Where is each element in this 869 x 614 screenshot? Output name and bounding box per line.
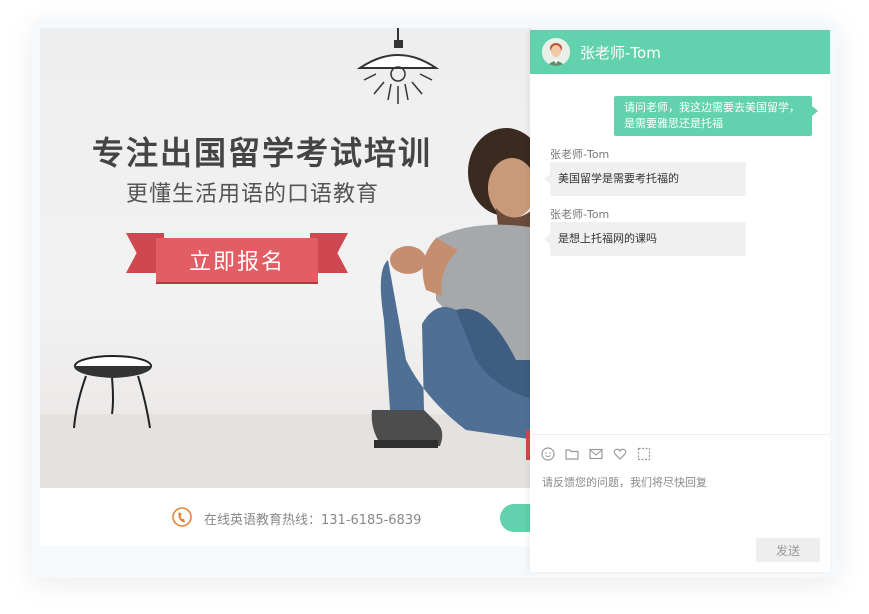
outgoing-message-line: 请问老师，我这边需要去美国留学，: [624, 101, 800, 114]
student-photo: [371, 128, 532, 460]
chat-title: 张老师-Tom: [580, 44, 661, 62]
heart-icon[interactable]: [612, 446, 628, 462]
incoming-message: 美国留学是需要考托福的: [544, 162, 746, 196]
hotline-bar: 在线英语教育热线：131-6185-6839: [40, 488, 540, 546]
message-input[interactable]: [540, 472, 824, 536]
teacher-avatar: [542, 38, 570, 66]
chat-panel: 张老师-Tom 请问老师，我这边需要去美国留学， 是需要雅思还是托福 张老师-T…: [530, 30, 830, 572]
folder-icon[interactable]: [564, 446, 580, 462]
chat-toolbar: [540, 446, 652, 462]
stool-illustration: [73, 355, 152, 429]
hotline-text: 在线英语教育热线：131-6185-6839: [204, 513, 422, 528]
incoming-message: 是想上托福网的课吗: [544, 222, 746, 256]
lamp-illustration: [356, 28, 440, 104]
mail-icon[interactable]: [588, 446, 604, 462]
emoji-icon[interactable]: [540, 446, 556, 462]
outgoing-message-line: 是需要雅思还是托福: [624, 117, 723, 130]
outgoing-message: 请问老师，我这边需要去美国留学， 是需要雅思还是托福: [614, 96, 818, 136]
message-sender: 张老师-Tom: [550, 208, 610, 221]
phone-icon: [172, 507, 192, 527]
chat-header: 张老师-Tom: [530, 30, 830, 74]
screenshot-icon[interactable]: [636, 446, 652, 462]
send-button[interactable]: 发送: [756, 538, 820, 562]
chat-divider: [530, 434, 830, 435]
banner-subheadline: 更懂生活用语的口语教育: [126, 182, 380, 207]
register-now-button[interactable]: 立即报名: [156, 238, 318, 282]
message-sender: 张老师-Tom: [550, 148, 610, 161]
promo-banner: 专注出国留学考试培训 更懂生活用语的口语教育 立即报名: [40, 28, 532, 488]
